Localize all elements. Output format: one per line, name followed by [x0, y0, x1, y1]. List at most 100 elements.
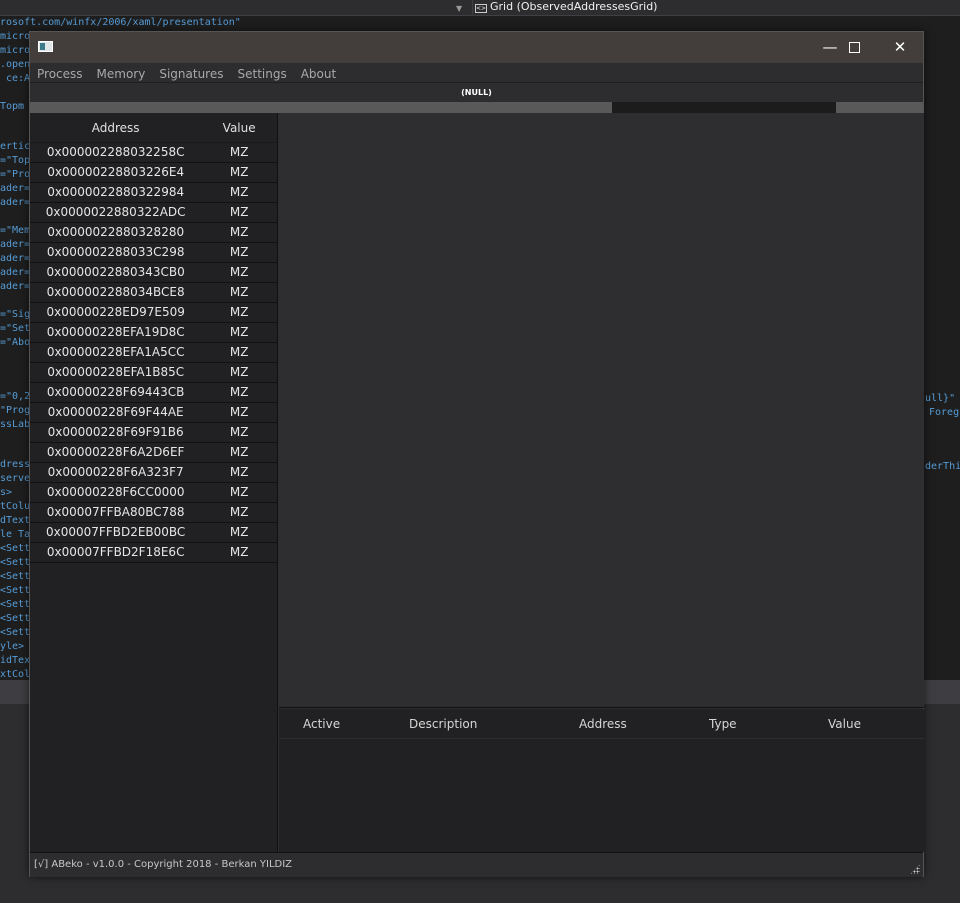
address-cell: 0x00000228F69F44AE	[47, 405, 184, 419]
address-cell: 0x00007FFBD2EB00BC	[46, 525, 186, 539]
column-header-address[interactable]: Address	[30, 113, 201, 142]
table-row[interactable]: 0x000002288032258C MZ	[30, 143, 277, 163]
address-cell: 0x0000022880322984	[47, 185, 185, 199]
address-cell: 0x000002288034BCE8	[46, 285, 185, 299]
table-row[interactable]: 0x00000228F6CC0000 MZ	[30, 483, 277, 503]
menu-about[interactable]: About	[294, 64, 343, 84]
ide-navigation-bar: ▼ <> Grid (ObservedAddressesGrid)	[0, 0, 960, 16]
value-cell: MZ	[229, 365, 249, 379]
address-cell: 0x00000228EFA1B85C	[47, 365, 185, 379]
value-cell: MZ	[229, 345, 249, 359]
menu-bar: Process Memory Signatures Settings About	[30, 63, 923, 83]
table-row[interactable]: 0x00000228F69F91B6 MZ	[30, 423, 277, 443]
menu-process[interactable]: Process	[30, 64, 90, 84]
table-row[interactable]: 0x00007FFBA80BC788 MZ	[30, 503, 277, 523]
table-row[interactable]: 0x0000022880322984 MZ	[30, 183, 277, 203]
code-fragment: Foregr	[929, 407, 960, 418]
value-cell: MZ	[229, 285, 249, 299]
column-header-value[interactable]: Value	[828, 709, 908, 738]
address-cell: 0x00000228F69443CB	[46, 385, 185, 399]
address-cell: 0x00000228F6A323F7	[47, 465, 184, 479]
status-text: [√] ABeko - v1.0.0 - Copyright 2018 - Be…	[34, 859, 293, 870]
value-cell: MZ	[229, 185, 249, 199]
value-cell: MZ	[229, 325, 249, 339]
table-row[interactable]: 0x000002288033C298 MZ	[30, 243, 277, 263]
xaml-element-icon: <>	[475, 4, 487, 13]
table-row[interactable]: 0x00000228EFA1A5CC MZ	[30, 343, 277, 363]
value-cell: MZ	[229, 245, 249, 259]
abeko-window: — ✕ Process Memory Signatures Settings About…	[29, 31, 924, 877]
value-cell: MZ	[229, 545, 249, 559]
address-cell: 0x0000022880343CB0	[46, 265, 185, 279]
element-breadcrumb[interactable]: <> Grid (ObservedAddressesGrid)	[472, 0, 657, 14]
address-cell: 0x00000228F69F91B6	[47, 425, 184, 439]
memory-view-area	[279, 113, 924, 708]
maximize-button[interactable]	[831, 32, 877, 63]
value-cell: MZ	[229, 465, 249, 479]
table-row[interactable]: 0x00007FFBD2EB00BC MZ	[30, 523, 277, 543]
address-cell: 0x00007FFBD2F18E6C	[46, 545, 185, 559]
progress-indicator	[612, 102, 837, 113]
table-row[interactable]: 0x00000228EFA1B85C MZ	[30, 363, 277, 383]
value-cell: MZ	[229, 525, 249, 539]
menu-settings[interactable]: Settings	[231, 64, 294, 84]
addresses-grid[interactable]: Address Value 0x000002288032258C MZ 0x0000…	[30, 113, 278, 852]
value-cell: MZ	[229, 405, 249, 419]
address-cell: 0x0000022880322ADC	[45, 205, 186, 219]
address-cell: 0x00000228F6CC0000	[46, 485, 185, 499]
code-fragment: ader=	[0, 183, 31, 194]
column-header-type[interactable]: Type	[709, 709, 828, 738]
address-cell: 0x0000022880328280	[47, 225, 185, 239]
code-fragment: s>	[0, 487, 13, 498]
address-cell: 0x00000228803226E4	[47, 165, 185, 179]
code-fragment: Topm	[0, 101, 25, 112]
table-row[interactable]: 0x00000228EFA19D8C MZ	[30, 323, 277, 343]
code-fragment: ader=	[0, 281, 31, 292]
code-fragment: derThic	[925, 461, 960, 472]
observed-addresses-grid[interactable]: Active Description Address Type Value	[279, 709, 924, 852]
column-header-value[interactable]: Value	[201, 113, 277, 142]
resize-grip-icon[interactable]	[910, 864, 920, 874]
close-button[interactable]: ✕	[877, 32, 923, 63]
table-row[interactable]: 0x00000228F69443CB MZ	[30, 383, 277, 403]
table-row[interactable]: 0x0000022880343CB0 MZ	[30, 263, 277, 283]
address-cell: 0x00000228EFA1A5CC	[46, 345, 185, 359]
address-cell: 0x000002288032258C	[46, 145, 185, 159]
value-cell: MZ	[229, 385, 249, 399]
table-row[interactable]: 0x0000022880328280 MZ	[30, 223, 277, 243]
value-cell: MZ	[229, 225, 249, 239]
menu-memory[interactable]: Memory	[90, 64, 153, 84]
title-bar[interactable]: — ✕	[30, 32, 923, 63]
column-header-description[interactable]: Description	[409, 709, 579, 738]
table-row[interactable]: 0x00000228ED97E509 MZ	[30, 303, 277, 323]
code-fragment: ader=	[0, 239, 31, 250]
menu-signatures[interactable]: Signatures	[152, 64, 230, 84]
value-cell: MZ	[229, 205, 249, 219]
code-fragment: ader=	[0, 197, 31, 208]
progress-bar	[30, 102, 923, 113]
app-icon	[38, 41, 53, 52]
code-fragment: ="Top	[0, 155, 31, 166]
table-row[interactable]: 0x00000228F6A323F7 MZ	[30, 463, 277, 483]
table-row[interactable]: 0x00000228F69F44AE MZ	[30, 403, 277, 423]
code-fragment: rosoft.com/winfx/2006/xaml/presentation"	[0, 17, 241, 28]
process-label: (NULL)	[461, 88, 492, 97]
table-row[interactable]: 0x00000228803226E4 MZ	[30, 163, 277, 183]
addresses-grid-header: Address Value	[30, 113, 277, 143]
code-fragment: ader=	[0, 267, 31, 278]
value-cell: MZ	[229, 145, 249, 159]
code-fragment: yle>	[0, 641, 25, 652]
column-header-address[interactable]: Address	[579, 709, 709, 738]
value-cell: MZ	[229, 425, 249, 439]
table-row[interactable]: 0x00007FFBD2F18E6C MZ	[30, 543, 277, 563]
table-row[interactable]: 0x000002288034BCE8 MZ	[30, 283, 277, 303]
table-row[interactable]: 0x0000022880322ADC MZ	[30, 203, 277, 223]
address-cell: 0x00000228ED97E509	[46, 305, 185, 319]
column-header-active[interactable]: Active	[279, 709, 409, 738]
value-cell: MZ	[229, 485, 249, 499]
table-row[interactable]: 0x00000228F6A2D6EF MZ	[30, 443, 277, 463]
value-cell: MZ	[229, 505, 249, 519]
dropdown-arrow-icon[interactable]: ▼	[456, 4, 462, 13]
breadcrumb-text: Grid (ObservedAddressesGrid)	[490, 0, 658, 13]
code-fragment: ="Abo	[0, 337, 31, 348]
